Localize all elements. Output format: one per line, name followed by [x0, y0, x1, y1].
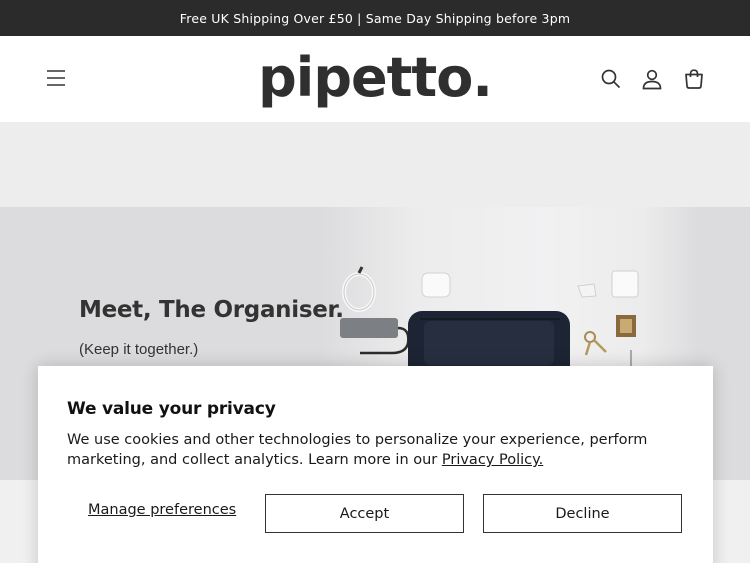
announcement-bar: Free UK Shipping Over £50 | Same Day Shi… [0, 0, 750, 36]
blank-banner [0, 122, 750, 207]
search-button[interactable] [598, 66, 624, 92]
manage-preferences-button[interactable]: Manage preferences [88, 502, 236, 518]
decline-button[interactable]: Decline [483, 494, 682, 533]
site-header: pipetto. [0, 36, 750, 122]
account-icon [642, 69, 662, 90]
hero-subtitle: (Keep it together.) [79, 341, 199, 358]
cart-button[interactable] [681, 66, 707, 92]
hero-title: Meet, The Organiser. [79, 297, 344, 323]
logo-text: pipetto. [258, 46, 493, 109]
cookie-description: We use cookies and other technologies to… [67, 430, 687, 470]
account-button[interactable] [639, 66, 665, 92]
announcement-text: Free UK Shipping Over £50 | Same Day Shi… [179, 10, 571, 26]
accept-button[interactable]: Accept [265, 494, 464, 533]
logo[interactable]: pipetto. [0, 46, 750, 110]
cart-icon [685, 69, 703, 89]
privacy-policy-link[interactable]: Privacy Policy. [442, 452, 543, 468]
cookie-text: We use cookies and other technologies to… [67, 432, 648, 468]
search-icon [601, 69, 621, 89]
cookie-title: We value your privacy [67, 399, 276, 419]
cookie-consent-banner: We value your privacy We use cookies and… [38, 366, 713, 563]
